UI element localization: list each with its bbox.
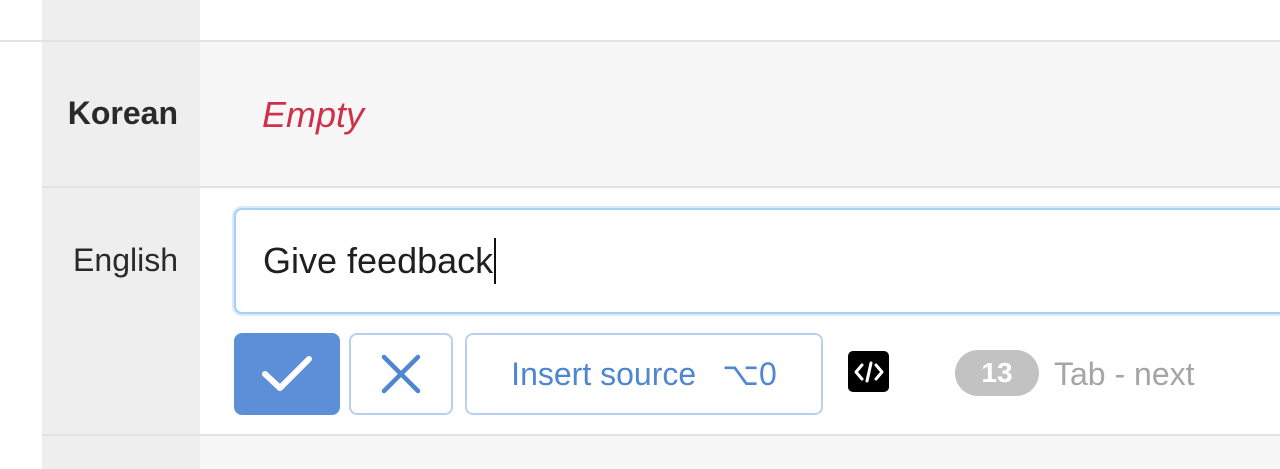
translation-editor[interactable]: Give feedback xyxy=(234,208,1280,314)
cancel-button[interactable] xyxy=(349,333,453,415)
translation-editor-text: Give feedback xyxy=(263,240,494,281)
tab-next-hint: Tab - next xyxy=(1054,356,1195,392)
translation-row-korean[interactable]: Korean Empty xyxy=(42,42,1280,186)
empty-translation-placeholder[interactable]: Empty xyxy=(262,94,364,136)
character-count-badge: 13 xyxy=(955,350,1039,396)
insert-source-button[interactable]: Insert source ⌥0 xyxy=(465,333,823,415)
previous-row xyxy=(0,0,1280,40)
insert-source-label: Insert source xyxy=(511,355,697,392)
insert-source-shortcut: ⌥0 xyxy=(722,356,777,392)
text-caret xyxy=(494,238,497,284)
language-label-column: English xyxy=(42,188,200,434)
save-button[interactable] xyxy=(234,333,340,415)
translation-row-english[interactable]: English Give feedback Insert source ⌥0 1… xyxy=(42,188,1280,434)
code-icon[interactable] xyxy=(848,351,889,392)
language-label-column: Korean xyxy=(42,42,200,186)
next-row-label-column xyxy=(42,436,200,469)
check-icon xyxy=(262,356,312,391)
language-label-english: English xyxy=(73,242,178,278)
previous-row-label-column xyxy=(42,0,200,40)
language-label-korean: Korean xyxy=(67,95,178,131)
close-icon xyxy=(381,354,421,394)
code-glyph xyxy=(854,361,883,382)
next-row xyxy=(42,436,1280,469)
